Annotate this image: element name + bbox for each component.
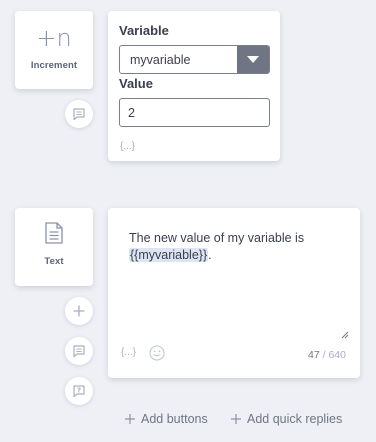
message-text[interactable]: The new value of my variable is {{myvari… (129, 230, 344, 264)
message-text-prefix: The new value of my variable is (129, 231, 305, 245)
message-variable-token[interactable]: {{myvariable}} (129, 248, 209, 262)
value-label: Value (119, 76, 153, 91)
character-count: 47 (308, 349, 320, 361)
comment-icon (73, 345, 85, 358)
emoji-icon[interactable] (149, 345, 165, 361)
resize-handle-icon[interactable] (341, 331, 349, 339)
text-message-card[interactable]: The new value of my variable is {{myvari… (108, 208, 360, 378)
variable-label: Variable (119, 23, 169, 38)
plus-icon (125, 414, 135, 424)
value-input[interactable]: 2 (119, 98, 270, 127)
add-block-button[interactable] (65, 297, 93, 325)
add-buttons-link[interactable]: Add buttons (124, 412, 208, 426)
message-text-suffix: . (208, 248, 212, 262)
help-button[interactable]: ? (65, 377, 93, 405)
variable-select-value: myvariable (130, 52, 191, 67)
text-block-icon-card[interactable]: Text (15, 208, 93, 286)
comment-button[interactable] (65, 100, 93, 128)
plus-n-icon: +n (36, 24, 72, 52)
character-limit: / 640 (322, 349, 346, 361)
comment-icon (73, 108, 85, 121)
variable-select[interactable]: myvariable (119, 45, 270, 74)
plus-icon (73, 305, 85, 317)
help-icon: ? (73, 385, 85, 398)
increment-settings-card: Variable myvariable Value 2 {...} (108, 11, 280, 161)
character-counter: 47 / 640 (308, 349, 346, 361)
block-label: Text (44, 256, 64, 267)
add-quick-replies-label: Add quick replies (247, 412, 343, 426)
document-icon (45, 222, 63, 244)
svg-text:?: ? (77, 387, 81, 395)
chevron-down-icon[interactable] (237, 46, 269, 73)
plus-icon (231, 414, 241, 424)
add-quick-replies-link[interactable]: Add quick replies (230, 412, 342, 426)
increment-block-icon-card[interactable]: +n Increment (15, 11, 93, 89)
insert-variable-button[interactable]: {...} (120, 141, 135, 152)
insert-variable-button[interactable]: {...} (121, 347, 136, 358)
block-label: Increment (30, 60, 78, 71)
comment-button[interactable] (65, 337, 93, 365)
add-buttons-label: Add buttons (141, 412, 208, 426)
